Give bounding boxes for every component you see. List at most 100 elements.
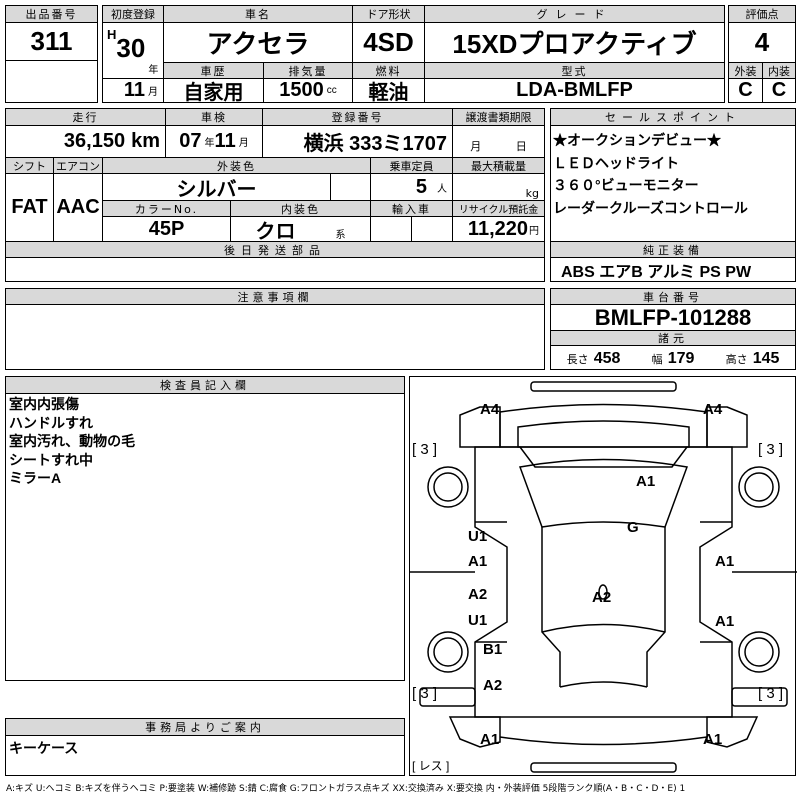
displacement: 1500 cc xyxy=(263,78,353,103)
seats-value: 5 xyxy=(415,175,427,198)
damage-mark: [ 3 ] xyxy=(412,685,438,702)
color-no: 45P xyxy=(102,216,231,242)
transfer-day: 日 xyxy=(515,140,527,153)
length-label: 長さ xyxy=(566,352,589,366)
recycle-label: リサイクル預託金 xyxy=(452,200,545,217)
model-label: 型式 xyxy=(424,62,725,79)
damage-mark: [ 3 ] xyxy=(758,685,784,702)
recycle: 11,220 円 xyxy=(452,216,545,242)
specs: 長さ 458 幅 179 高さ 145 xyxy=(550,345,796,370)
damage-mark: A1 xyxy=(480,731,500,748)
mileage-value: 36,150 xyxy=(63,130,126,152)
damage-mark: [ 3 ] xyxy=(412,441,438,458)
equip-label: 純正装備 xyxy=(550,241,796,258)
damage-mark: A1 xyxy=(703,731,723,748)
office-label: 事務局よりご案内 xyxy=(5,718,405,736)
score: 4 xyxy=(728,22,796,63)
spec-label: 諸元 xyxy=(550,330,796,346)
door-type: 4SD xyxy=(352,22,425,63)
damage-mark: A1 xyxy=(636,473,656,490)
sales-label: セールスポイント xyxy=(550,108,796,126)
sales-point: ★オークションデビュー★ xyxy=(553,132,721,148)
grade-label: グレード xyxy=(424,5,725,23)
interior-label: 内装色 xyxy=(230,200,371,217)
car-outline xyxy=(410,381,797,773)
notes xyxy=(5,304,545,370)
shift: FAT xyxy=(5,173,54,242)
transfer-month: 月 xyxy=(470,140,482,153)
damage-mark: U1 xyxy=(468,612,488,629)
mileage-unit: km xyxy=(131,130,160,152)
recycle-value: 11,220 xyxy=(467,217,528,240)
width: 179 xyxy=(667,349,695,367)
fuel-label: 燃料 xyxy=(352,62,425,79)
ac-label: エアコン xyxy=(53,157,103,174)
seats-label: 乗車定員 xyxy=(370,157,453,174)
load: kg xyxy=(452,173,545,201)
damage-mark: A1 xyxy=(468,553,488,570)
load-label: 最大積載量 xyxy=(452,157,545,174)
office-notes: キーケース xyxy=(5,735,405,776)
damage-diagram: A4 A4 [ 3 ] [ 3 ] A1 G U1 A1 A1 A2 U1 A2… xyxy=(409,376,797,776)
fuel: 軽油 xyxy=(352,78,425,103)
import-label: 輸入車 xyxy=(370,200,453,217)
interior-color: クロ 系 xyxy=(230,216,371,242)
sales-points: ★オークションデビュー★ ＬＥＤヘッドライト ３６０°ビューモニター レーダーク… xyxy=(550,125,796,242)
insp-year: 07 xyxy=(179,130,202,152)
damage-mark: A2 xyxy=(592,589,612,606)
damage-mark: [ レス ] xyxy=(412,759,450,773)
lot-number: 311 xyxy=(5,22,98,61)
interior-value: クロ xyxy=(255,220,296,242)
inspector-line: 室内汚れ、動物の毛 xyxy=(9,433,136,449)
damage-mark: A2 xyxy=(483,677,503,694)
lot-label: 出品番号 xyxy=(5,5,98,23)
history: 自家用 xyxy=(163,78,264,103)
damage-mark: A4 xyxy=(703,401,723,418)
door-label: ドア形状 xyxy=(352,5,425,23)
first-reg-label: 初度登録 xyxy=(102,5,164,23)
year-unit: 年 xyxy=(148,65,159,76)
damage-mark: A2 xyxy=(468,586,488,603)
import-cell-2 xyxy=(411,216,453,242)
damage-mark: B1 xyxy=(483,641,503,658)
color: シルバー xyxy=(102,173,331,201)
inspector-line: ミラーA xyxy=(9,470,62,486)
disp-value: 1500 xyxy=(279,79,324,101)
damage-mark: A1 xyxy=(715,553,735,570)
color-blank xyxy=(330,173,371,201)
grade: 15XDプロアクティブ xyxy=(424,22,725,63)
width-label: 幅 xyxy=(651,352,663,366)
seats-unit: 人 xyxy=(437,183,447,195)
inspector-notes: 室内内張傷 ハンドルすれ 室内汚れ、動物の毛 シートすれ中 ミラーA xyxy=(5,393,405,681)
sales-point: レーダークルーズコントロール xyxy=(553,199,748,216)
color-no-label: カラーNo. xyxy=(102,200,231,217)
chassis-number: BMLFP-101288 xyxy=(550,304,796,331)
first-reg-month: 11 月 xyxy=(102,78,164,103)
length: 458 xyxy=(593,349,621,367)
inspection-label: 車検 xyxy=(165,108,263,126)
damage-mark: A1 xyxy=(715,613,735,630)
shift-label: シフト xyxy=(5,157,54,174)
ext-grade: C xyxy=(728,78,763,103)
era: H xyxy=(107,27,117,42)
color-label: 外装色 xyxy=(102,157,371,174)
int-label: 内装 xyxy=(762,62,796,79)
disp-label: 排気量 xyxy=(263,62,353,79)
recycle-unit: 円 xyxy=(529,225,539,237)
inspector-label: 検査員記入欄 xyxy=(5,376,405,394)
damage-mark: G xyxy=(627,519,639,536)
damage-mark: [ 3 ] xyxy=(758,441,784,458)
transfer-label: 譲渡書類期限 xyxy=(452,108,545,126)
notes-label: 注意事項欄 xyxy=(5,288,545,305)
insp-month: 11 xyxy=(214,130,236,152)
damage-mark: U1 xyxy=(468,528,488,545)
mileage: 36,150 km xyxy=(5,125,166,158)
seats: 5人 xyxy=(370,173,453,201)
sales-point: ３６０°ビューモニター xyxy=(553,177,699,193)
import-cell-1 xyxy=(370,216,412,242)
height-label: 高さ xyxy=(725,352,748,366)
inspector-line: 室内内張傷 xyxy=(9,396,79,412)
model-code: LDA-BMLFP xyxy=(424,78,725,103)
later-parts xyxy=(5,257,545,282)
height: 145 xyxy=(752,349,780,367)
